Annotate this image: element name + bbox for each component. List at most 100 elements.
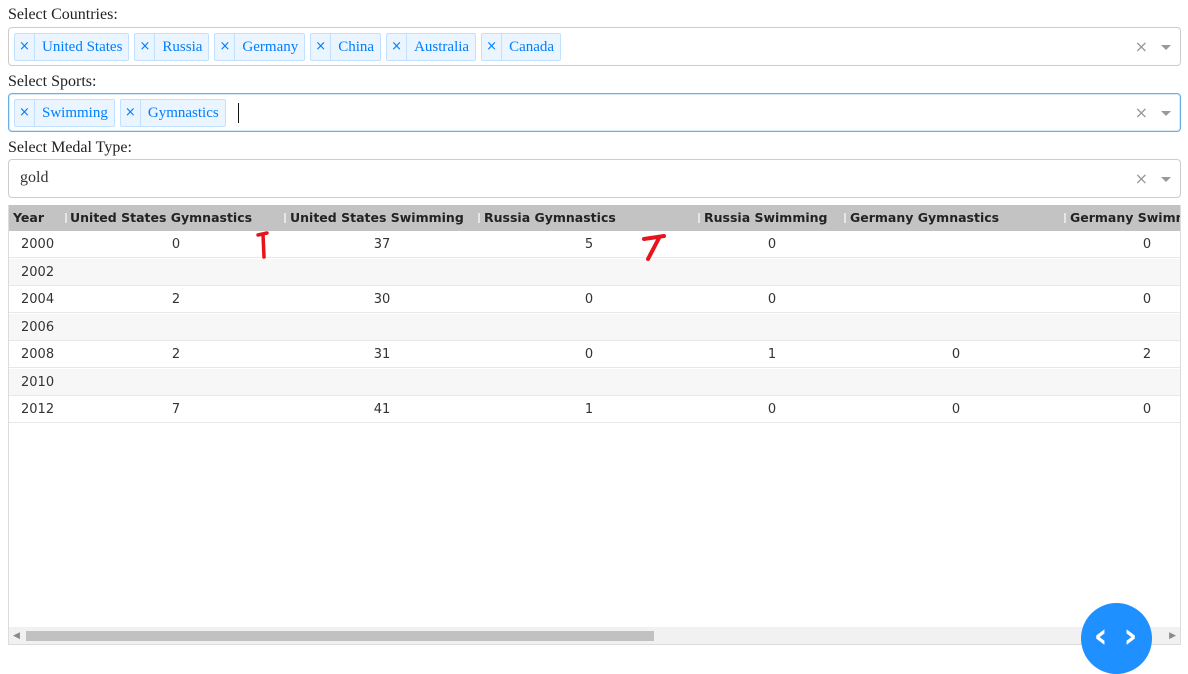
medal-count-cell bbox=[549, 314, 629, 341]
table-row[interactable]: 2002 bbox=[9, 258, 1180, 286]
column-header[interactable]: United States Swimming bbox=[290, 205, 464, 231]
medal-count-cell: 0 bbox=[1142, 237, 1152, 252]
column-resize-handle[interactable] bbox=[284, 213, 286, 223]
medal-count-cell: 2 bbox=[171, 347, 181, 362]
column-header[interactable]: Russia Gymnastics bbox=[484, 205, 616, 231]
chip-sport: × Swimming bbox=[14, 99, 115, 127]
table-row[interactable]: 2000 0 37 5 0 0 bbox=[9, 231, 1180, 258]
horizontal-scrollbar[interactable]: ◀ ▶ bbox=[9, 627, 1180, 644]
remove-chip-icon[interactable]: × bbox=[482, 34, 503, 60]
chip-label: Gymnastics bbox=[147, 105, 219, 121]
medal-count-cell: 30 bbox=[373, 292, 391, 307]
scrollbar-thumb[interactable] bbox=[26, 631, 654, 641]
remove-chip-icon[interactable]: × bbox=[15, 100, 35, 126]
chip-country: × Russia bbox=[134, 33, 210, 61]
chip-sport: × Gymnastics bbox=[119, 99, 226, 127]
medal-count-cell bbox=[342, 369, 422, 396]
year-cell: 2000 bbox=[21, 237, 55, 252]
column-resize-handle[interactable] bbox=[478, 213, 480, 223]
medal-count-cell bbox=[916, 369, 996, 396]
medal-count-cell: 0 bbox=[584, 292, 594, 307]
remove-chip-icon[interactable]: × bbox=[311, 34, 332, 60]
column-resize-handle[interactable] bbox=[844, 213, 846, 223]
medal-count-cell: 1 bbox=[584, 402, 594, 417]
countries-label: Select Countries: bbox=[8, 6, 118, 23]
medal-count-cell: 0 bbox=[767, 402, 777, 417]
countries-select[interactable]: × United States × Russia × Germany × China ×… bbox=[8, 27, 1181, 66]
remove-chip-icon[interactable]: × bbox=[215, 34, 236, 60]
medal-count-cell: 2 bbox=[171, 292, 181, 307]
chip-label: Canada bbox=[509, 39, 555, 55]
column-header[interactable]: Germany Swimming bbox=[1070, 205, 1180, 231]
remove-chip-icon[interactable]: × bbox=[121, 100, 141, 126]
medal-count-cell: 0 bbox=[1142, 292, 1152, 307]
year-cell: 2012 bbox=[21, 402, 55, 417]
column-resize-handle[interactable] bbox=[1064, 213, 1066, 223]
remove-chip-icon[interactable]: × bbox=[15, 34, 35, 60]
chip-country: × Australia bbox=[386, 33, 477, 61]
medal-value: gold bbox=[20, 169, 49, 186]
year-cell: 2010 bbox=[21, 374, 55, 390]
medal-count-cell: 2 bbox=[1142, 347, 1152, 362]
medal-count-cell: 5 bbox=[584, 237, 594, 252]
code-toggle-button[interactable]: ‹ › bbox=[1081, 603, 1152, 674]
column-resize-handle[interactable] bbox=[65, 213, 67, 223]
remove-chip-icon[interactable]: × bbox=[135, 34, 156, 60]
year-cell: 2006 bbox=[21, 319, 55, 335]
medal-count-cell: 0 bbox=[767, 237, 777, 252]
medal-count-cell bbox=[1107, 369, 1180, 396]
medal-count-cell bbox=[136, 259, 216, 286]
clear-countries-icon[interactable]: × bbox=[1135, 37, 1148, 56]
medal-count-cell: 0 bbox=[171, 237, 181, 252]
chip-label: Russia bbox=[162, 39, 203, 55]
medal-count-cell bbox=[916, 286, 996, 313]
sports-label: Select Sports: bbox=[8, 73, 97, 90]
medal-count-cell: 0 bbox=[767, 292, 777, 307]
clear-sports-icon[interactable]: × bbox=[1135, 103, 1148, 122]
medal-count-cell: 1 bbox=[767, 347, 777, 362]
dropdown-arrow-icon[interactable] bbox=[1161, 45, 1171, 50]
medal-count-cell bbox=[916, 314, 996, 341]
medal-select[interactable]: gold × bbox=[8, 159, 1181, 198]
medal-count-cell: 0 bbox=[951, 347, 961, 362]
table-header: Year United States Gymnastics United Sta… bbox=[9, 205, 1180, 231]
dropdown-arrow-icon[interactable] bbox=[1161, 177, 1171, 182]
medal-count-cell bbox=[136, 314, 216, 341]
column-header[interactable]: Germany Gymnastics bbox=[850, 205, 999, 231]
medal-count-cell: 41 bbox=[373, 402, 391, 417]
medal-count-cell bbox=[916, 231, 996, 258]
scroll-left-icon[interactable]: ◀ bbox=[13, 631, 20, 641]
table-row[interactable]: 2008 2 31 0 1 0 2 bbox=[9, 341, 1180, 368]
medal-count-cell bbox=[342, 314, 422, 341]
scroll-right-icon[interactable]: ▶ bbox=[1169, 631, 1176, 641]
remove-chip-icon[interactable]: × bbox=[387, 34, 408, 60]
medal-count-cell: 31 bbox=[373, 347, 391, 362]
column-header[interactable]: United States Gymnastics bbox=[70, 205, 252, 231]
annotation-mark bbox=[642, 234, 666, 261]
column-resize-handle[interactable] bbox=[698, 213, 700, 223]
chip-label: China bbox=[338, 39, 375, 55]
dropdown-arrow-icon[interactable] bbox=[1161, 111, 1171, 116]
column-header[interactable]: Russia Swimming bbox=[704, 205, 828, 231]
code-brackets-icon: ‹ › bbox=[1093, 616, 1140, 656]
year-cell: 2004 bbox=[21, 292, 55, 307]
table-row[interactable]: 2010 bbox=[9, 368, 1180, 396]
table-row[interactable]: 2004 2 30 0 0 0 bbox=[9, 286, 1180, 313]
year-cell: 2008 bbox=[21, 347, 55, 362]
column-header-year[interactable]: Year bbox=[13, 205, 44, 231]
medal-count-cell bbox=[549, 369, 629, 396]
medal-count-cell bbox=[342, 259, 422, 286]
medal-count-cell bbox=[1107, 314, 1180, 341]
clear-medal-icon[interactable]: × bbox=[1135, 169, 1148, 188]
text-cursor bbox=[238, 103, 239, 123]
medal-count-cell: 37 bbox=[373, 237, 391, 252]
data-table: Year United States Gymnastics United Sta… bbox=[8, 205, 1181, 645]
chip-label: Germany bbox=[242, 39, 299, 55]
countries-chips: × United States × Russia × Germany × China ×… bbox=[14, 33, 562, 61]
table-row[interactable]: 2012 7 41 1 0 0 0 bbox=[9, 396, 1180, 423]
medal-count-cell bbox=[136, 369, 216, 396]
table-row[interactable]: 2006 bbox=[9, 313, 1180, 341]
annotation-mark bbox=[256, 231, 269, 259]
chip-country: × United States bbox=[14, 33, 130, 61]
sports-select[interactable]: × Swimming × Gymnastics × bbox=[8, 93, 1181, 132]
